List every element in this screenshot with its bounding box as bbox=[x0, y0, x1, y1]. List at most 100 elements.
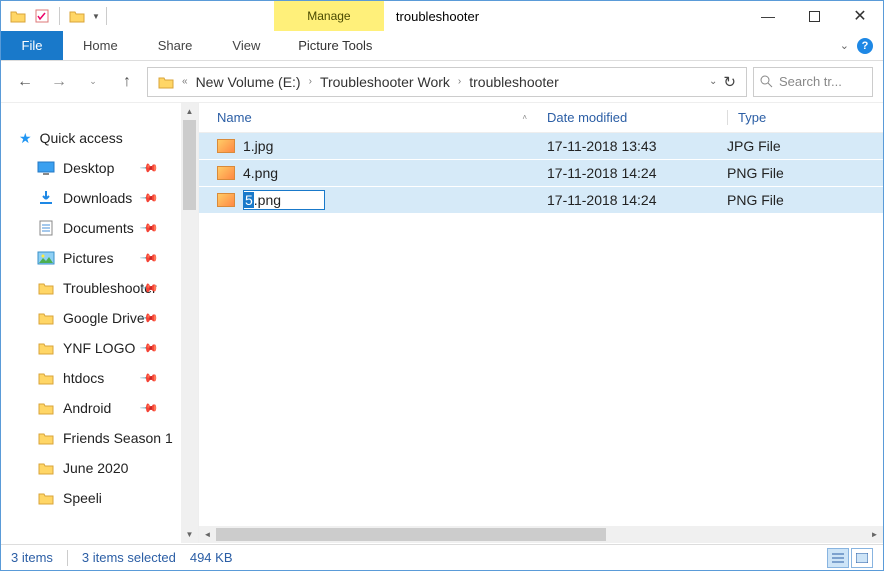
column-type[interactable]: Type bbox=[727, 110, 847, 125]
chevron-right-icon[interactable]: › bbox=[309, 76, 312, 87]
sidebar-item[interactable]: Troubleshooter📌 bbox=[1, 273, 181, 303]
file-row[interactable]: 5.png17-11-2018 14:24PNG File bbox=[199, 187, 883, 214]
tab-view[interactable]: View bbox=[212, 31, 280, 60]
column-date[interactable]: Date modified bbox=[547, 110, 727, 125]
sidebar-item-label: htdocs bbox=[63, 370, 104, 386]
scroll-left-icon[interactable]: ◄ bbox=[199, 530, 216, 539]
sidebar-item[interactable]: YNF LOGO📌 bbox=[1, 333, 181, 363]
address-bar[interactable]: « New Volume (E:) › Troubleshooter Work … bbox=[147, 67, 747, 97]
rename-selection: 5 bbox=[244, 192, 254, 208]
app-icon bbox=[7, 5, 29, 27]
sidebar-label: Quick access bbox=[40, 130, 123, 146]
file-list-pane: Name˄ Date modified Type 1.jpg 17-11-2018… bbox=[199, 103, 883, 543]
status-bar: 3 items 3 items selected 494 KB bbox=[1, 544, 883, 570]
sidebar-scrollbar[interactable]: ▲ ▼ bbox=[181, 103, 198, 543]
quick-access-toolbar: ▼ bbox=[1, 1, 111, 31]
sidebar-item-label: Android bbox=[63, 400, 111, 416]
scroll-down-icon[interactable]: ▼ bbox=[181, 526, 198, 543]
navigation-bar: ← → ⌄ ↑ « New Volume (E:) › Troubleshoot… bbox=[1, 61, 883, 103]
sidebar-item[interactable]: htdocs 📌 bbox=[1, 363, 181, 393]
up-button[interactable]: ↑ bbox=[113, 68, 141, 96]
file-row[interactable]: 1.jpg 17-11-2018 13:43JPG File bbox=[199, 133, 883, 160]
close-button[interactable]: ✕ bbox=[837, 1, 883, 31]
sidebar-item[interactable]: Downloads📌 bbox=[1, 183, 181, 213]
view-thumbnails-button[interactable] bbox=[851, 548, 873, 568]
back-button[interactable]: ← bbox=[11, 68, 39, 96]
search-placeholder: Search tr... bbox=[779, 74, 842, 89]
horizontal-scrollbar[interactable]: ◄ ► bbox=[199, 526, 883, 543]
help-icon[interactable]: ? bbox=[857, 38, 873, 54]
ribbon-tabs: File Home Share View Picture Tools ⌄ ? bbox=[1, 31, 883, 61]
breadcrumb-item[interactable]: Troubleshooter Work bbox=[314, 74, 456, 90]
file-name: 1.jpg bbox=[243, 138, 273, 154]
sidebar-item[interactable]: Android 📌 bbox=[1, 393, 181, 423]
breadcrumb-item[interactable]: New Volume (E:) bbox=[190, 74, 307, 90]
rename-rest: .png bbox=[254, 192, 281, 208]
address-dropdown-icon[interactable]: ⌄ bbox=[709, 76, 717, 87]
column-name[interactable]: Name˄ bbox=[217, 110, 547, 125]
tab-home[interactable]: Home bbox=[63, 31, 138, 60]
pin-icon: 📌 bbox=[139, 368, 159, 388]
refresh-icon[interactable]: ↻ bbox=[723, 73, 736, 91]
qat-dropdown-icon[interactable]: ▼ bbox=[92, 12, 100, 21]
folder-icon bbox=[37, 460, 55, 476]
sidebar-item-label: Desktop bbox=[63, 160, 114, 176]
sidebar-item[interactable]: June 2020 bbox=[1, 453, 181, 483]
contextual-tab-manage[interactable]: Manage bbox=[274, 1, 384, 31]
title-bar: ▼ Manage troubleshooter — ✕ bbox=[1, 1, 883, 31]
star-icon: ★ bbox=[19, 130, 32, 147]
window-title: troubleshooter bbox=[384, 1, 745, 31]
file-date: 17-11-2018 14:24 bbox=[547, 192, 727, 208]
minimize-button[interactable]: — bbox=[745, 1, 791, 31]
scroll-thumb[interactable] bbox=[183, 120, 196, 210]
pin-icon: 📌 bbox=[139, 188, 159, 208]
sidebar-item[interactable]: Friends Season 1 bbox=[1, 423, 181, 453]
desktop-icon bbox=[37, 160, 55, 176]
file-type: PNG File bbox=[727, 165, 857, 181]
tab-picture-tools[interactable]: Picture Tools bbox=[280, 31, 390, 60]
file-type: JPG File bbox=[727, 138, 857, 154]
breadcrumb-item[interactable]: troubleshooter bbox=[463, 74, 565, 90]
scroll-right-icon[interactable]: ► bbox=[866, 530, 883, 539]
qat-newfolder-icon[interactable] bbox=[66, 5, 88, 27]
pin-icon: 📌 bbox=[139, 398, 159, 418]
tab-file[interactable]: File bbox=[1, 31, 63, 60]
chevron-right-icon[interactable]: › bbox=[458, 76, 461, 87]
sidebar-item[interactable]: Speeli bbox=[1, 483, 181, 513]
sidebar-item[interactable]: Documents📌 bbox=[1, 213, 181, 243]
pin-icon: 📌 bbox=[139, 338, 159, 358]
image-thumb-icon bbox=[217, 193, 235, 207]
scroll-up-icon[interactable]: ▲ bbox=[181, 103, 198, 120]
folder-icon bbox=[37, 310, 55, 326]
sidebar-item-label: YNF LOGO bbox=[63, 340, 135, 356]
documents-icon bbox=[37, 220, 55, 236]
status-size: 494 KB bbox=[190, 550, 233, 565]
qat-properties-icon[interactable] bbox=[31, 5, 53, 27]
status-selected-count: 3 items selected bbox=[82, 550, 176, 565]
breadcrumb-root-icon[interactable] bbox=[152, 75, 180, 89]
file-row[interactable]: 4.png17-11-2018 14:24PNG File bbox=[199, 160, 883, 187]
ribbon-collapse-icon[interactable]: ⌄ bbox=[840, 39, 849, 52]
sidebar-item-label: Speeli bbox=[63, 490, 102, 506]
breadcrumb-overflow[interactable]: « bbox=[182, 76, 188, 87]
navigation-pane: ★ Quick access Desktop📌Downloads📌Documen… bbox=[1, 103, 199, 543]
sidebar-quick-access[interactable]: ★ Quick access bbox=[1, 123, 181, 153]
forward-button[interactable]: → bbox=[45, 68, 73, 96]
sidebar-item[interactable]: Google Drive📌 bbox=[1, 303, 181, 333]
folder-icon bbox=[37, 490, 55, 506]
folder-icon bbox=[37, 430, 55, 446]
file-date: 17-11-2018 13:43 bbox=[547, 138, 727, 154]
view-details-button[interactable] bbox=[827, 548, 849, 568]
sidebar-item[interactable]: Desktop📌 bbox=[1, 153, 181, 183]
search-input[interactable]: Search tr... bbox=[753, 67, 873, 97]
sidebar-item-label: Documents bbox=[63, 220, 134, 236]
tab-share[interactable]: Share bbox=[138, 31, 213, 60]
scroll-thumb[interactable] bbox=[216, 528, 606, 541]
file-date: 17-11-2018 14:24 bbox=[547, 165, 727, 181]
rename-input[interactable]: 5.png bbox=[243, 190, 325, 210]
sidebar-item-label: Friends Season 1 bbox=[63, 430, 173, 446]
sidebar-item[interactable]: Pictures📌 bbox=[1, 243, 181, 273]
maximize-button[interactable] bbox=[791, 1, 837, 31]
folder-icon bbox=[37, 340, 55, 356]
recent-dropdown-icon[interactable]: ⌄ bbox=[79, 68, 107, 96]
